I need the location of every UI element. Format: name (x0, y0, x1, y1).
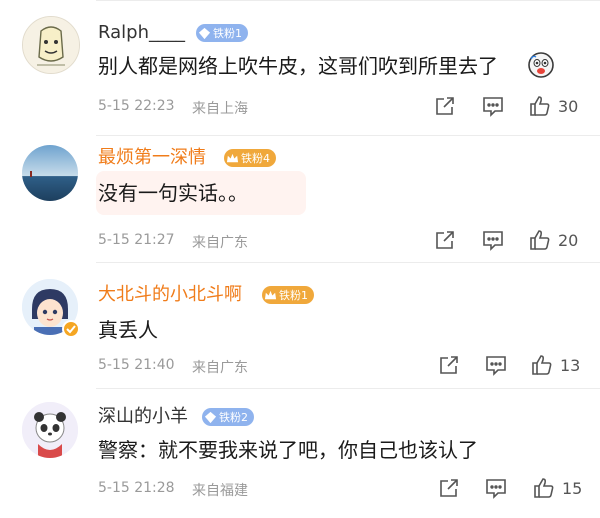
comment-time: 5-15 21:40 (98, 357, 175, 373)
avatar[interactable] (22, 16, 80, 74)
comment-time: 5-15 22:23 (98, 98, 175, 114)
like-button[interactable]: 13 (530, 353, 580, 377)
diamond-icon (204, 411, 217, 423)
badge-label: 铁粉1 (279, 289, 308, 302)
comment-item: 最烦第一深情 铁粉4 没有一句实话。。 5-15 21:27 来自广东 20 (0, 135, 600, 262)
share-icon[interactable] (437, 353, 461, 377)
like-count: 30 (558, 96, 579, 116)
like-button[interactable]: 20 (528, 228, 578, 252)
comment-text: 警察：就不要我来说了吧，你自己也该认了 (98, 438, 478, 462)
comment-location: 来自上海 (192, 101, 248, 117)
comment-time: 5-15 21:28 (98, 480, 175, 496)
username[interactable]: 最烦第一深情 (98, 147, 206, 169)
share-icon[interactable] (433, 94, 457, 118)
username[interactable]: 深山的小羊 (98, 406, 188, 428)
username[interactable]: Ralph____ (98, 22, 185, 44)
fan-badge: 铁粉4 (224, 149, 276, 167)
comment-text: 没有一句实话。。 (98, 181, 248, 205)
avatar[interactable] (22, 402, 78, 458)
badge-label: 铁粉1 (213, 27, 242, 40)
like-count: 15 (562, 478, 583, 498)
fan-badge: 铁粉1 (196, 24, 248, 42)
comment-icon[interactable] (484, 353, 508, 377)
badge-label: 铁粉2 (219, 411, 248, 424)
share-icon[interactable] (437, 476, 461, 500)
comment-item: Ralph____ 铁粉1 别人都是网络上吹牛皮，这哥们吹到所里去了 5-15 … (0, 0, 600, 135)
comment-location: 来自福建 (192, 483, 248, 499)
badge-label: 铁粉4 (241, 152, 270, 165)
diamond-icon (198, 27, 211, 39)
share-icon[interactable] (433, 228, 457, 252)
crown-icon (226, 153, 239, 162)
like-icon (532, 355, 552, 375)
crown-icon (264, 290, 277, 299)
username[interactable]: 大北斗的小北斗啊 (98, 284, 242, 306)
like-icon (530, 230, 550, 250)
like-icon (530, 96, 550, 116)
like-icon (534, 478, 554, 498)
comment-time: 5-15 21:27 (98, 232, 175, 248)
comment-item: 深山的小羊 铁粉2 警察：就不要我来说了吧，你自己也该认了 5-15 21:28… (0, 388, 600, 518)
avatar[interactable] (22, 145, 78, 201)
comment-location: 来自广东 (192, 235, 248, 251)
comment-item: 大北斗的小北斗啊 铁粉1 真丢人 5-15 21:40 来自广东 13 (0, 262, 600, 388)
comment-location: 来自广东 (192, 360, 248, 376)
laugh-emoji-icon (528, 52, 554, 78)
fan-badge: 铁粉1 (262, 286, 314, 304)
comment-icon[interactable] (481, 94, 505, 118)
comment-icon[interactable] (481, 228, 505, 252)
fan-badge: 铁粉2 (202, 408, 254, 426)
like-button[interactable]: 15 (532, 476, 582, 500)
comment-text: 别人都是网络上吹牛皮，这哥们吹到所里去了 (98, 54, 498, 78)
verified-icon (62, 320, 80, 338)
comment-icon[interactable] (484, 476, 508, 500)
like-count: 20 (558, 230, 579, 250)
like-button[interactable]: 30 (528, 94, 578, 118)
like-count: 13 (560, 355, 581, 375)
comment-text: 真丢人 (98, 318, 158, 342)
